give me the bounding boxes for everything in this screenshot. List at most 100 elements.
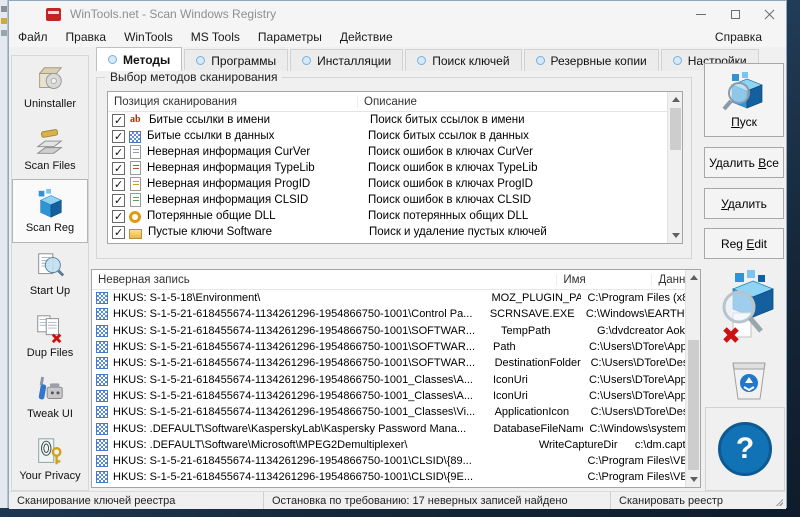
method-row[interactable]: Потерянные общие DLL Поиск потерянных об…: [108, 208, 682, 224]
table-row[interactable]: HKUS: S-1-5-21-618455674-1134261296-1954…: [92, 371, 700, 387]
tab-installations[interactable]: Инсталляции: [290, 49, 404, 71]
method-row[interactable]: Неверная информация ProgID Поиск ошибок …: [108, 176, 682, 192]
table-row[interactable]: HKUS: S-1-5-21-618455674-1134261296-1954…: [92, 404, 700, 420]
help-panel: ?: [705, 407, 785, 491]
sidebar-item-uninstaller[interactable]: Uninstaller: [12, 56, 88, 118]
scroll-thumb[interactable]: [688, 340, 699, 470]
result-key: HKUS: S-1-5-21-618455674-1134261296-1954…: [113, 308, 473, 321]
regedit-button[interactable]: Reg Edit: [704, 228, 784, 259]
scan-methods-groupbox: Выбор методов сканирования Позиция скани…: [96, 70, 692, 259]
table-row[interactable]: HKUS: S-1-5-21-618455674-1134261296-1954…: [92, 306, 700, 322]
table-row[interactable]: HKUS: .DEFAULT\Software\Microsoft\MPEG2D…: [92, 437, 700, 453]
table-row[interactable]: HKUS: .DEFAULT\Software\KasperskyLab\Kas…: [92, 420, 700, 436]
registry-binary-icon: [96, 438, 108, 451]
registry-binary-icon: [96, 292, 108, 305]
method-row[interactable]: Неверная информация CLSID Поиск ошибок в…: [108, 192, 682, 208]
method-checkbox[interactable]: [112, 177, 125, 191]
registry-binary-icon: [96, 455, 108, 468]
help-button[interactable]: ?: [718, 422, 772, 476]
tab-key-search[interactable]: Поиск ключей: [405, 49, 522, 71]
sidebar-item-label: Tweak UI: [27, 408, 73, 421]
registry-binary-icon: [96, 357, 108, 370]
method-row[interactable]: Битые ссылки в данных Поиск битых ссылок…: [108, 128, 682, 144]
result-name: IconUri: [492, 373, 528, 386]
table-row[interactable]: HKUS: S-1-5-18\Environment\ MOZ_PLUGIN_PA…: [92, 290, 700, 306]
menu-file[interactable]: Файл: [9, 28, 57, 46]
maximize-button[interactable]: [718, 1, 752, 27]
table-row[interactable]: HKUS: S-1-5-21-618455674-1134261296-1954…: [92, 388, 700, 404]
sidebar-item-start-up[interactable]: Start Up: [12, 243, 88, 305]
method-name: Неверная информация CurVer: [147, 146, 311, 158]
table-row[interactable]: HKUS: S-1-5-21-618455674-1134261296-1954…: [92, 339, 700, 355]
start-scan-button[interactable]: Пуск: [704, 63, 784, 137]
sidebar-item-tweak-ui[interactable]: Tweak UI: [12, 367, 88, 429]
method-type-icon: [130, 177, 141, 191]
method-row[interactable]: Битые ссылки в имени Поиск битых ссылок …: [108, 112, 682, 128]
sidebar-item-scan-files[interactable]: Scan Files: [12, 118, 88, 180]
table-row[interactable]: HKUS: S-1-5-21-618455674-1134261296-1954…: [92, 469, 700, 485]
menu-help[interactable]: Справка: [706, 28, 786, 46]
scroll-up-icon[interactable]: [686, 270, 700, 285]
title-bar[interactable]: WinTools.net - Scan Windows Registry: [9, 1, 786, 27]
method-row[interactable]: Неверная информация TypeLib Поиск ошибок…: [108, 160, 682, 176]
menu-edit[interactable]: Правка: [57, 28, 116, 46]
registry-binary-icon: [96, 324, 108, 337]
result-value: C:\Users\DTore\AppData\...: [588, 341, 700, 354]
method-checkbox[interactable]: [112, 113, 125, 127]
tab-programs[interactable]: Программы: [184, 49, 289, 71]
start-up-icon: [38, 253, 65, 277]
table-row[interactable]: HKUS: S-1-5-21-618455674-1134261296-1954…: [92, 323, 700, 339]
registry-binary-icon: [96, 471, 108, 484]
method-name: Неверная информация CLSID: [147, 194, 309, 206]
result-name: DatabaseFileName: [493, 422, 584, 435]
scroll-down-icon[interactable]: [668, 228, 682, 243]
results-scrollbar[interactable]: [685, 270, 700, 487]
method-row[interactable]: Пустые ключи Software Поиск и удаление п…: [108, 224, 682, 240]
method-checkbox[interactable]: [112, 193, 125, 207]
delete-button[interactable]: Удалить: [704, 188, 784, 219]
method-checkbox[interactable]: [112, 145, 125, 159]
scan-reg-icon: [38, 189, 62, 218]
menu-action[interactable]: Действие: [331, 28, 402, 46]
menu-mstools[interactable]: MS Tools: [182, 28, 249, 46]
delete-all-button[interactable]: Удалить Все: [704, 147, 784, 178]
menu-options[interactable]: Параметры: [249, 28, 331, 46]
method-row[interactable]: Неверная информация CurVer Поиск ошибок …: [108, 144, 682, 160]
table-row[interactable]: HKUS: S-1-5-21-618455674-1134261296-1954…: [92, 453, 700, 469]
dup-files-icon: [37, 315, 62, 343]
table-row[interactable]: HKUS: S-1-5-21-618455674-1134261296-1954…: [92, 355, 700, 371]
scroll-down-icon[interactable]: [686, 472, 700, 487]
method-desc: Поиск битых ссылок в имени: [370, 114, 525, 126]
sidebar-item-scan-reg[interactable]: Scan Reg: [12, 179, 88, 244]
resize-grip[interactable]: [775, 498, 783, 506]
scroll-thumb[interactable]: [670, 108, 681, 150]
close-button[interactable]: [752, 1, 786, 27]
method-type-icon: [129, 210, 141, 223]
method-checkbox[interactable]: [112, 129, 125, 143]
scroll-up-icon[interactable]: [668, 92, 682, 107]
method-checkbox[interactable]: [112, 209, 125, 223]
col-scan-position: Позиция сканирования: [108, 95, 358, 108]
tab-strip: Методы Программы Инсталляции Поиск ключе…: [96, 47, 761, 71]
sidebar-item-dup-files[interactable]: Dup Files: [12, 305, 88, 367]
method-checkbox[interactable]: [112, 225, 125, 239]
tab-label: Поиск ключей: [432, 53, 510, 68]
tweak-ui-icon: [38, 377, 63, 400]
method-type-icon: [129, 228, 142, 239]
method-desc: Поиск ошибок в ключах CLSID: [368, 194, 532, 206]
menu-wintools[interactable]: WinTools: [115, 28, 182, 46]
tab-methods[interactable]: Методы: [96, 47, 183, 71]
result-value: C:\Program Files\VEGAS\...: [587, 471, 700, 484]
sidebar-item-your-privacy[interactable]: Your Privacy: [12, 428, 88, 490]
method-checkbox[interactable]: [112, 161, 125, 175]
tab-dot-icon: [672, 56, 682, 65]
minimize-button[interactable]: [684, 1, 718, 27]
result-key: HKUS: S-1-5-21-618455674-1134261296-1954…: [113, 357, 476, 370]
method-type-icon: [130, 193, 141, 207]
status-action: Сканировать реестр: [619, 494, 724, 507]
method-type-icon: [130, 161, 141, 175]
tab-backups[interactable]: Резервные копии: [523, 49, 659, 71]
methods-scrollbar[interactable]: [667, 92, 682, 243]
menu-bar: Файл Правка WinTools MS Tools Параметры …: [9, 27, 786, 47]
scan-registry-icon: [722, 71, 763, 110]
